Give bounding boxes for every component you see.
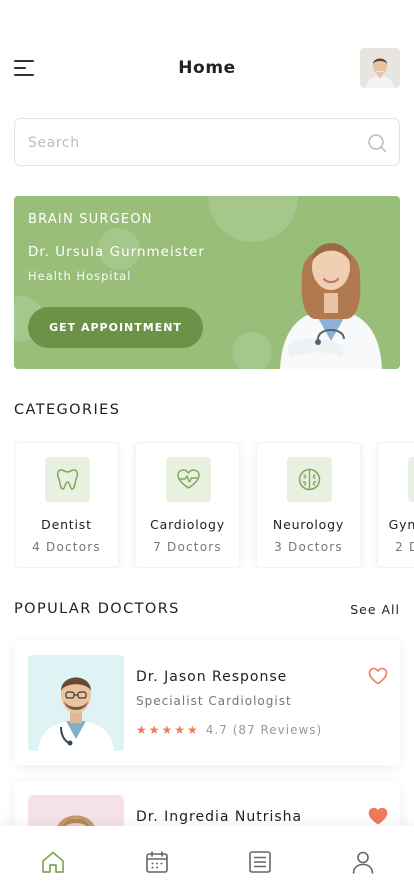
banner-doctor-image xyxy=(280,243,382,369)
banner-doctor-name: Dr. Ursula Gurnmeister xyxy=(28,244,205,260)
decor-bubble xyxy=(232,332,272,369)
search-icon[interactable] xyxy=(367,133,387,153)
doctor-photo xyxy=(28,655,124,751)
category-icon-box xyxy=(287,457,332,502)
category-count: 3 Doctors xyxy=(274,540,343,554)
page-title: Home xyxy=(178,58,236,78)
category-card-gynecology[interactable]: Gynecology 2 Doctors xyxy=(377,442,414,568)
doctor-name: Dr. Jason Response xyxy=(136,669,288,685)
category-name: Gynecology xyxy=(388,517,414,532)
category-icon-box xyxy=(408,457,414,502)
list-icon xyxy=(249,851,271,873)
featured-doctor-banner: BRAIN SURGEON Dr. Ursula Gurnmeister Hea… xyxy=(14,196,400,369)
doctor-specialty: Specialist Cardiologist xyxy=(136,694,292,708)
search-input[interactable] xyxy=(28,131,348,155)
category-card-neurology[interactable]: Neurology 3 Doctors xyxy=(256,442,361,568)
category-icon-box xyxy=(45,457,90,502)
popular-doctors-title: POPULAR DOCTORS xyxy=(14,601,180,617)
tab-calendar[interactable] xyxy=(144,849,170,875)
rating-stars: ★★★★★ xyxy=(136,723,200,737)
profile-icon xyxy=(352,851,374,874)
see-all-link[interactable]: See All xyxy=(350,602,400,617)
review-count: (87 Reviews) xyxy=(232,723,323,737)
category-name: Dentist xyxy=(41,517,92,532)
get-appointment-button[interactable]: GET APPOINTMENT xyxy=(28,307,203,348)
banner-specialty: BRAIN SURGEON xyxy=(28,212,153,227)
search-bar xyxy=(14,118,400,166)
user-avatar[interactable] xyxy=(360,48,400,88)
favorite-heart-icon[interactable] xyxy=(368,807,388,825)
favorite-heart-icon[interactable] xyxy=(368,667,388,685)
category-count: 2 Doctors xyxy=(395,540,414,554)
home-icon xyxy=(42,851,64,873)
categories-title: CATEGORIES xyxy=(14,402,121,418)
category-count: 4 Doctors xyxy=(32,540,101,554)
category-name: Neurology xyxy=(272,517,345,532)
calendar-icon xyxy=(146,851,168,873)
heart-pulse-icon xyxy=(177,469,200,489)
tab-home[interactable] xyxy=(40,849,66,875)
category-card-dentist[interactable]: Dentist 4 Doctors xyxy=(14,442,119,568)
doctor-name: Dr. Ingredia Nutrisha xyxy=(136,809,303,825)
categories-list: Dentist 4 Doctors Cardiology 7 Doctors N… xyxy=(14,442,414,568)
tab-list[interactable] xyxy=(247,849,273,875)
rating-value: 4.7 xyxy=(205,723,228,737)
brain-icon xyxy=(298,468,321,491)
doctor-rating: ★★★★★ 4.7 (87 Reviews) xyxy=(136,723,322,737)
category-count: 7 Doctors xyxy=(153,540,222,554)
bottom-tab-bar xyxy=(0,826,414,896)
tooth-icon xyxy=(56,469,79,490)
category-name: Cardiology xyxy=(150,517,225,532)
doctor-card[interactable]: Dr. Jason Response Specialist Cardiologi… xyxy=(14,641,400,765)
category-icon-box xyxy=(166,457,211,502)
tab-profile[interactable] xyxy=(350,849,376,875)
category-card-cardiology[interactable]: Cardiology 7 Doctors xyxy=(135,442,240,568)
banner-hospital: Health Hospital xyxy=(28,269,132,283)
app-header: Home xyxy=(14,48,400,88)
